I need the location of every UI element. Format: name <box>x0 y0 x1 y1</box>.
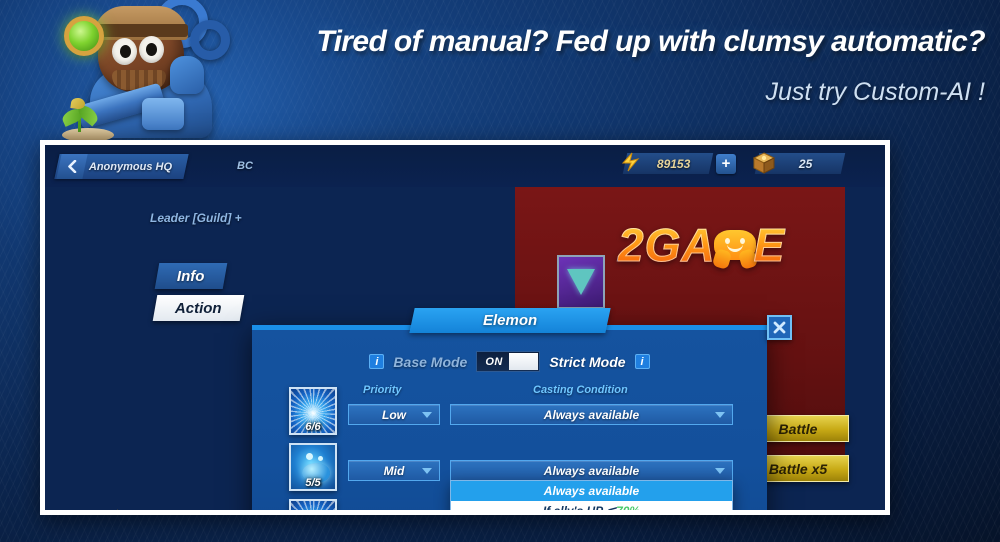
lightning-icon <box>99 509 128 510</box>
skill-slime-icon[interactable]: 5/5 <box>289 443 337 491</box>
toggle-knob[interactable] <box>509 353 539 370</box>
mascot-headlamp-icon <box>64 16 104 56</box>
casting-condition-option-list[interactable]: Always available If ally's HP ≦ 70% If a… <box>450 480 733 510</box>
info-icon[interactable]: i <box>369 354 385 369</box>
option-highlight: 70% <box>616 504 640 510</box>
casting-condition-dropdown[interactable]: Always available <box>450 460 733 481</box>
mascot-goggle-band <box>94 24 188 37</box>
game-screen: Anonymous HQ BC 89153 + 25 Leader [Guild… <box>45 145 885 510</box>
priority-value: Mid <box>383 463 405 478</box>
priority-value: Low <box>382 407 406 422</box>
down-arrow-skill-icon[interactable] <box>557 255 605 309</box>
casting-condition-dropdown[interactable]: Always available <box>450 404 733 425</box>
mascot-gear-icon <box>142 98 184 130</box>
casting-condition-value: Always available <box>543 463 640 478</box>
modal-title-banner: Elemon <box>408 308 611 333</box>
down-arrow-glyph <box>567 269 595 295</box>
info-icon[interactable]: i <box>634 354 650 369</box>
modal-title-text: Elemon <box>482 312 537 329</box>
skill-burst-icon[interactable]: 6/6 <box>289 387 337 435</box>
priority-dropdown[interactable]: Low <box>348 404 440 425</box>
game-topbar: Anonymous HQ BC 89153 + 25 <box>45 145 885 187</box>
breadcrumb: BC <box>237 160 253 172</box>
hero-headline: Tired of manual? Fed up with clumsy auto… <box>316 25 985 58</box>
skill-art <box>291 501 335 510</box>
game-screenshot-frame: Anonymous HQ BC 89153 + 25 Leader [Guild… <box>40 140 890 515</box>
tab-action-label: Action <box>175 299 222 317</box>
skill-burst-icon[interactable]: 5/5 <box>289 499 337 510</box>
clover-icon <box>185 509 216 510</box>
tab-action[interactable]: Action <box>152 295 244 321</box>
dropdown-option[interactable]: If ally's HP ≦ 70% <box>451 501 732 510</box>
skill-row: 6/6 Low Always available <box>252 387 767 437</box>
chevron-down-icon <box>715 467 725 474</box>
elemon-settings-modal: Elemon i Base Mode ON Strict Mode i Prio… <box>252 308 792 510</box>
crate-currency-group[interactable]: 25 <box>752 152 846 174</box>
chevron-down-icon <box>422 467 432 474</box>
close-icon[interactable] <box>767 315 792 340</box>
strict-mode-label: Strict Mode <box>549 353 626 370</box>
tab-info[interactable]: Info <box>154 263 227 289</box>
mascot-pupil <box>146 43 157 56</box>
add-gold-button[interactable]: + <box>716 153 736 174</box>
option-text: If ally's HP ≦ <box>543 504 616 510</box>
dropdown-option[interactable]: Always available <box>451 481 732 501</box>
toggle-state-label: ON <box>485 355 503 368</box>
priority-dropdown[interactable]: Mid <box>348 460 440 481</box>
leader-guild-label: Leader [Guild] + <box>150 211 242 225</box>
gold-value: 89153 <box>657 156 691 171</box>
back-arrow-icon[interactable] <box>56 154 88 179</box>
gold-icon <box>619 150 643 179</box>
back-button-label: Anonymous HQ <box>89 160 173 173</box>
hero-subheadline: Just try Custom-AI ! <box>765 78 985 106</box>
chevron-down-icon <box>715 411 725 418</box>
mode-toggle-row: i Base Mode ON Strict Mode i <box>252 351 767 372</box>
crate-icon <box>751 150 777 181</box>
base-mode-label: Base Mode <box>393 353 468 370</box>
chevron-down-icon <box>422 411 432 418</box>
gold-currency-group[interactable]: 89153 + <box>621 152 736 174</box>
mascot-character <box>38 0 248 144</box>
skill-level: 5/5 <box>305 477 321 489</box>
tab-info-label: Info <box>177 267 205 285</box>
crate-value: 25 <box>799 156 813 171</box>
mascot-sprout-icon <box>60 97 114 142</box>
skill-level: 6/6 <box>305 421 321 433</box>
casting-condition-value: Always available <box>543 407 640 422</box>
mascot-pupil <box>120 45 131 58</box>
option-text: Always available <box>543 484 640 498</box>
mode-toggle-switch[interactable]: ON <box>476 351 541 372</box>
